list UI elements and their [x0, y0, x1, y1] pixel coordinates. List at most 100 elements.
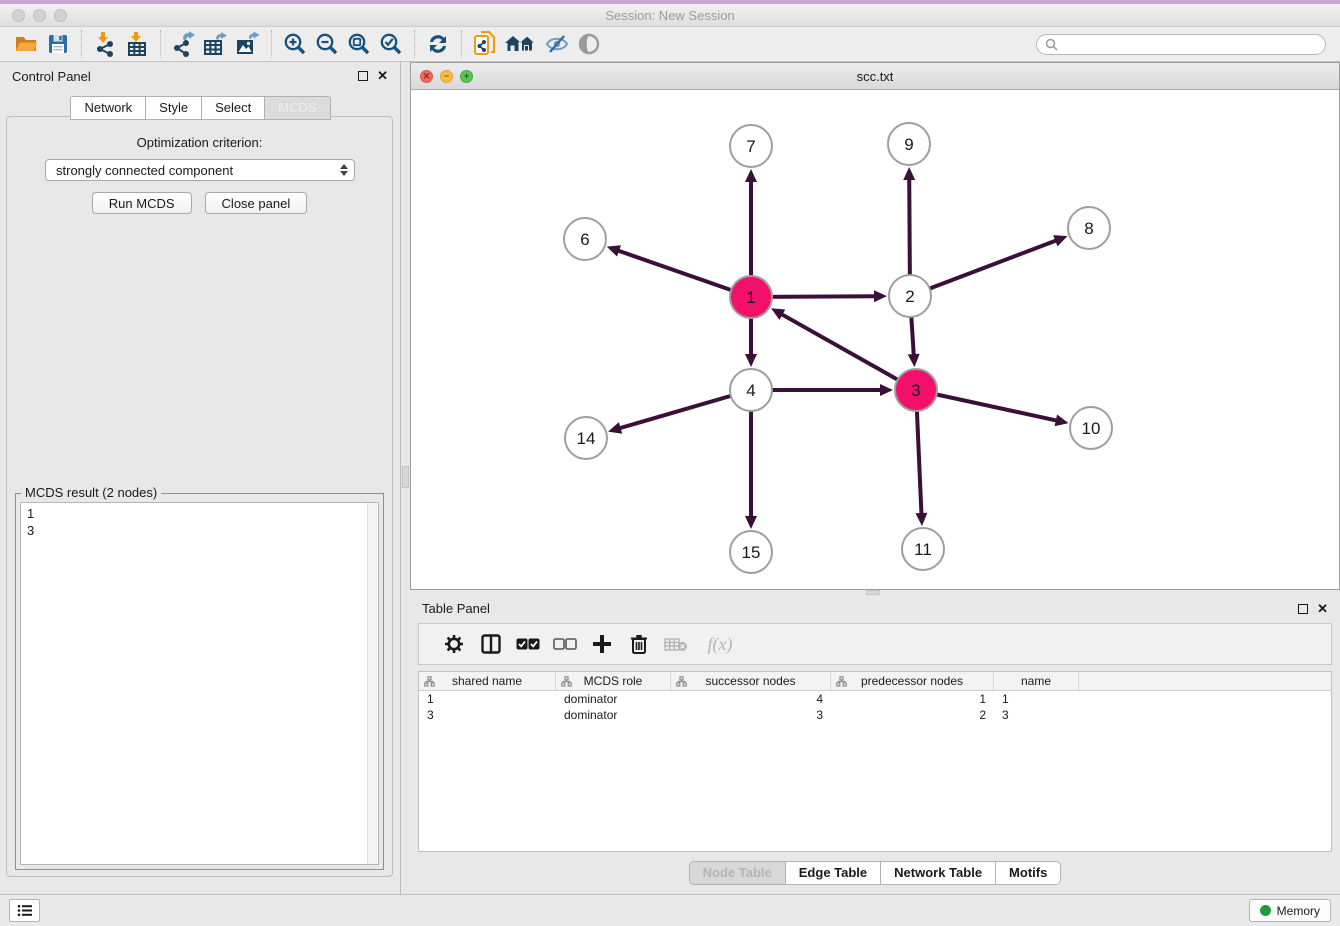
apply-function-icon[interactable]: f(x) — [694, 627, 746, 661]
refresh-network-icon[interactable] — [422, 30, 454, 58]
optimization-criterion-label: Optimization criterion: — [7, 135, 392, 150]
zoom-out-icon[interactable] — [311, 30, 343, 58]
import-network-icon[interactable] — [89, 30, 121, 58]
splitter-handle[interactable] — [402, 466, 409, 488]
export-network-icon[interactable] — [168, 30, 200, 58]
zoom-selected-icon[interactable] — [375, 30, 407, 58]
criterion-select[interactable]: strongly connected component — [45, 159, 355, 181]
table-cell[interactable]: 1 — [994, 692, 1079, 706]
table-cell[interactable]: 3 — [419, 708, 556, 722]
tab-edge-table[interactable]: Edge Table — [785, 861, 881, 885]
search-input[interactable] — [1063, 37, 1317, 51]
control-panel-tabs: Network Style Select MCDS — [0, 96, 400, 120]
close-table-panel-icon[interactable]: ✕ — [1317, 604, 1328, 614]
toolbar-separator — [414, 30, 415, 58]
network-window-titlebar[interactable]: ✕ − + scc.txt — [411, 63, 1339, 90]
table-row[interactable]: 3dominator323 — [419, 707, 1331, 723]
tab-network-table[interactable]: Network Table — [880, 861, 996, 885]
minimize-window-button[interactable] — [33, 9, 46, 22]
graph-edge-arrowhead — [745, 169, 757, 182]
window-title: Session: New Session — [0, 8, 1340, 23]
table-cell[interactable]: 1 — [831, 692, 994, 706]
column-header-0[interactable]: shared name — [419, 672, 556, 690]
task-history-button[interactable] — [9, 899, 40, 922]
table-cell[interactable]: 2 — [831, 708, 994, 722]
network-maximize-icon[interactable]: + — [460, 70, 473, 83]
table-cell[interactable]: 1 — [419, 692, 556, 706]
table-cell[interactable]: 3 — [994, 708, 1079, 722]
float-panel-icon[interactable] — [358, 71, 368, 81]
table-row[interactable]: 1dominator411 — [419, 691, 1331, 707]
tab-network[interactable]: Network — [70, 96, 146, 120]
export-table-icon[interactable] — [200, 30, 232, 58]
toggle-graphics-details-icon[interactable] — [541, 30, 573, 58]
network-close-icon[interactable]: ✕ — [420, 70, 433, 83]
graph-node-label: 2 — [905, 287, 914, 306]
split-view-icon[interactable] — [472, 627, 509, 661]
tab-select[interactable]: Select — [201, 96, 265, 120]
graph-node-label: 4 — [746, 381, 755, 400]
zoom-fit-icon[interactable] — [343, 30, 375, 58]
column-header-3[interactable]: predecessor nodes — [831, 672, 994, 690]
select-all-icon[interactable] — [509, 627, 546, 661]
node-table[interactable]: shared nameMCDS rolesuccessor nodes prede… — [418, 671, 1332, 852]
close-panel-button[interactable]: Close panel — [205, 192, 308, 214]
control-panel: Control Panel ✕ Network Style Select MCD… — [0, 62, 400, 894]
header-filler — [1079, 672, 1331, 690]
table-cell[interactable]: dominator — [556, 692, 671, 706]
zoom-in-icon[interactable] — [279, 30, 311, 58]
control-panel-title: Control Panel — [12, 69, 91, 84]
result-scrollbar[interactable] — [367, 503, 378, 864]
graph-edge-arrowhead — [903, 167, 915, 180]
float-table-panel-icon[interactable] — [1298, 604, 1308, 614]
table-cell[interactable]: dominator — [556, 708, 671, 722]
column-header-1[interactable]: MCDS role — [556, 672, 671, 690]
zoom-window-button[interactable] — [54, 9, 67, 22]
tab-node-table[interactable]: Node Table — [689, 861, 786, 885]
delete-table-icon[interactable] — [657, 627, 694, 661]
table-cell[interactable]: 3 — [671, 708, 831, 722]
delete-column-icon[interactable] — [620, 627, 657, 661]
import-table-icon[interactable] — [121, 30, 153, 58]
select-stepper-icon — [340, 164, 348, 176]
first-neighbors-icon[interactable] — [501, 30, 541, 58]
splitter-handle[interactable] — [866, 590, 880, 595]
close-panel-icon[interactable]: ✕ — [377, 71, 388, 81]
graph-edge[interactable] — [781, 314, 916, 390]
network-minimize-icon[interactable]: − — [440, 70, 453, 83]
deselect-all-icon[interactable] — [546, 627, 583, 661]
tab-mcds[interactable]: MCDS — [264, 96, 330, 120]
open-session-icon[interactable] — [10, 30, 42, 58]
horizontal-splitter[interactable] — [410, 590, 1340, 596]
tab-style[interactable]: Style — [145, 96, 202, 120]
run-mcds-button[interactable]: Run MCDS — [92, 192, 192, 214]
birds-eye-view-icon[interactable] — [573, 30, 605, 58]
table-tabs: Node Table Edge Table Network Table Moti… — [410, 861, 1340, 885]
column-settings-icon[interactable] — [435, 627, 472, 661]
search-field[interactable] — [1036, 34, 1326, 55]
table-cell[interactable]: 4 — [671, 692, 831, 706]
memory-button[interactable]: Memory — [1249, 899, 1331, 922]
tab-motifs[interactable]: Motifs — [995, 861, 1061, 885]
graph-edge-arrowhead — [874, 290, 887, 302]
mcds-tab-content: Optimization criterion: strongly connect… — [6, 116, 393, 877]
network-view-window: ✕ − + scc.txt 1234678910111415 — [410, 62, 1340, 590]
close-window-button[interactable] — [12, 9, 25, 22]
column-header-label: predecessor nodes — [861, 674, 963, 688]
network-canvas[interactable]: 1234678910111415 — [411, 90, 1339, 589]
window-controls[interactable] — [12, 9, 67, 22]
memory-label: Memory — [1277, 904, 1320, 918]
save-session-icon[interactable] — [42, 30, 74, 58]
toolbar-separator — [271, 30, 272, 58]
graph-edge-arrowhead — [1053, 235, 1067, 246]
graph-node-label: 9 — [904, 135, 913, 154]
column-header-4[interactable]: name — [994, 672, 1079, 690]
clone-network-icon[interactable] — [469, 30, 501, 58]
status-bar: Memory — [0, 894, 1340, 926]
column-header-2[interactable]: successor nodes — [671, 672, 831, 690]
add-column-icon[interactable] — [583, 627, 620, 661]
mcds-result-text-area[interactable]: 1 3 — [20, 502, 379, 865]
graph-edge[interactable] — [910, 240, 1057, 296]
export-image-icon[interactable] — [232, 30, 264, 58]
vertical-splitter[interactable] — [400, 62, 410, 894]
